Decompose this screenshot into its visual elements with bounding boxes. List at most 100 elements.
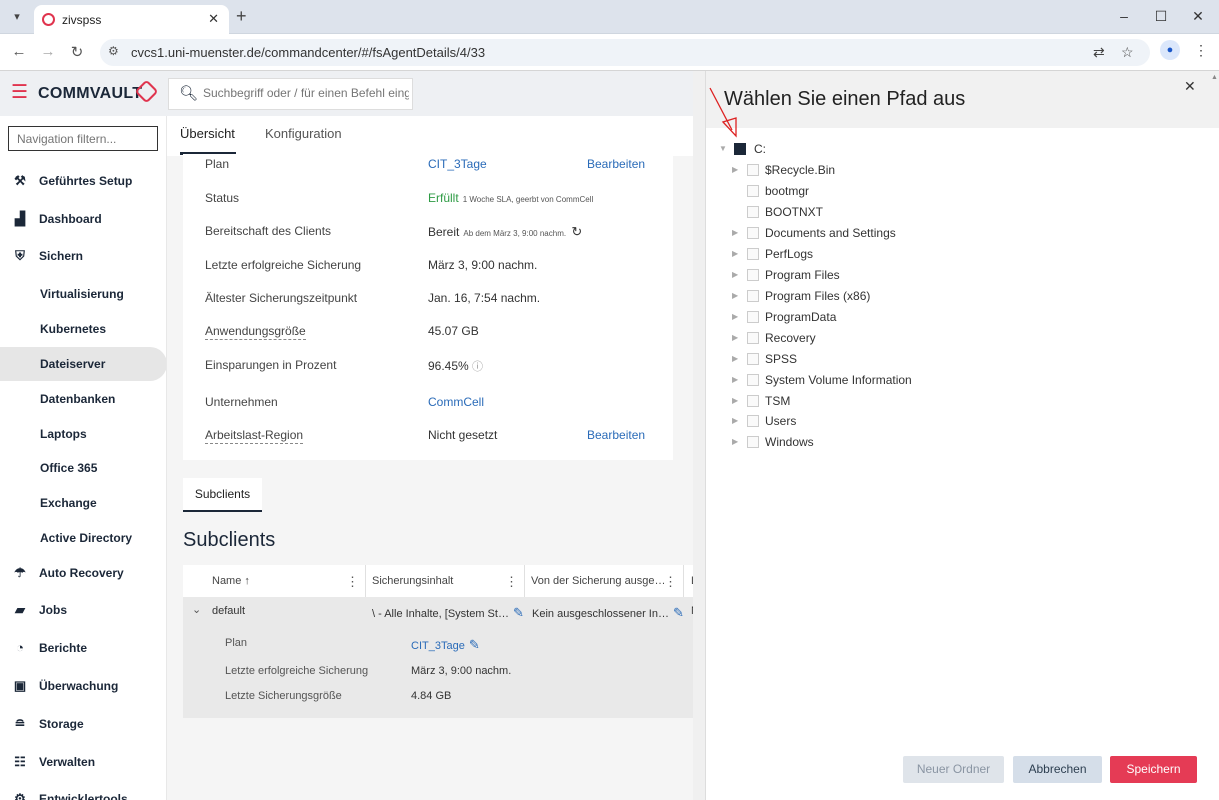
sidebar-item-active-directory[interactable]: Active Directory (0, 521, 166, 555)
table-row[interactable]: ⌄ default \ - Alle Inhalte, [System St… ✎… (183, 597, 693, 718)
close-icon[interactable]: ✕ (1184, 78, 1196, 95)
tree-checkbox[interactable] (747, 436, 759, 448)
expand-arrow-icon[interactable]: ▶ (732, 333, 738, 342)
tree-checkbox[interactable] (747, 332, 759, 344)
sidebar-item-datenbanken[interactable]: Datenbanken (0, 382, 166, 416)
edit-region-link[interactable]: Bearbeiten (587, 428, 645, 442)
url-text[interactable]: cvcs1.uni-muenster.de/commandcenter/#/fs… (131, 45, 485, 60)
site-info-icon[interactable]: ⚙ (108, 44, 119, 58)
tree-checkbox[interactable] (747, 164, 759, 176)
new-folder-button[interactable]: Neuer Ordner (903, 756, 1004, 783)
sidebar-item-kubernetes[interactable]: Kubernetes (0, 312, 166, 346)
info-icon[interactable]: ⓘ (472, 361, 483, 373)
sidebar-item-ueberwachung[interactable]: ▣ Überwachung (0, 669, 166, 703)
minimize-button[interactable]: – (1114, 8, 1134, 24)
expand-arrow-icon[interactable]: ▶ (732, 396, 738, 405)
expand-arrow-icon[interactable]: ▶ (732, 249, 738, 258)
save-button[interactable]: Speichern (1110, 756, 1197, 783)
tab-uebersicht[interactable]: Übersicht (180, 126, 235, 141)
detail-plan-link[interactable]: CIT_3Tage (411, 640, 465, 652)
column-header-last[interactable]: L (684, 565, 693, 597)
sidebar-item-laptops[interactable]: Laptops (0, 417, 166, 451)
tab-search-icon[interactable]: ▾ (8, 8, 26, 26)
search-input[interactable] (203, 86, 409, 100)
tree-checkbox[interactable] (734, 143, 746, 155)
tab-subclients[interactable]: Subclients (183, 478, 262, 512)
sidebar-item-gefuehrtes-setup[interactable]: ⚒ Geführtes Setup (0, 164, 166, 198)
sidebar-item-office-365[interactable]: Office 365 (0, 451, 166, 485)
tree-checkbox[interactable] (747, 374, 759, 386)
close-window-button[interactable]: ✕ (1188, 8, 1208, 25)
subclient-name-link[interactable]: default (212, 605, 245, 617)
browser-menu-icon[interactable]: ⋮ (1194, 42, 1208, 59)
tab-konfiguration[interactable]: Konfiguration (265, 126, 342, 141)
expand-arrow-icon[interactable]: ▶ (732, 437, 738, 446)
expand-arrow-icon[interactable]: ▶ (732, 228, 738, 237)
sidebar-item-jobs[interactable]: ▰ Jobs (0, 593, 166, 627)
column-header-content[interactable]: Sicherungsinhalt ⋮ (366, 565, 525, 597)
status-fulfilled[interactable]: Erfüllt (428, 191, 459, 205)
tree-checkbox[interactable] (747, 311, 759, 323)
company-value-link[interactable]: CommCell (428, 395, 484, 409)
expand-arrow-icon[interactable]: ▶ (732, 270, 738, 279)
column-menu-icon[interactable]: ⋮ (664, 574, 677, 590)
sidebar-item-sichern[interactable]: ⛨ Sichern (0, 239, 166, 273)
tree-checkbox[interactable] (747, 269, 759, 281)
sidebar-item-verwalten[interactable]: ☷ Verwalten (0, 745, 166, 779)
column-header-name[interactable]: Name ↑ ⋮ (206, 565, 366, 597)
tree-checkbox[interactable] (747, 395, 759, 407)
collapse-chevron-icon[interactable]: ⌄ (192, 603, 201, 616)
edit-pencil-icon[interactable]: ✎ (513, 605, 524, 620)
sidebar-item-berichte[interactable]: ◔ Berichte (0, 631, 166, 665)
expand-arrow-icon[interactable]: ▶ (732, 354, 738, 363)
hamburger-menu-icon[interactable]: ☰ (11, 83, 28, 102)
tree-checkbox[interactable] (747, 415, 759, 427)
expand-arrow-icon[interactable]: ▶ (732, 165, 738, 174)
column-menu-icon[interactable]: ⋮ (346, 574, 359, 590)
sidebar-item-exchange[interactable]: Exchange (0, 486, 166, 520)
edit-plan-link[interactable]: Bearbeiten (587, 157, 645, 171)
sidebar-item-virtualisierung[interactable]: Virtualisierung (0, 277, 166, 311)
bookmark-star-icon[interactable]: ☆ (1121, 44, 1134, 61)
tab-close-icon[interactable]: ✕ (208, 11, 219, 27)
cancel-button[interactable]: Abbrechen (1013, 756, 1102, 783)
tree-checkbox[interactable] (747, 290, 759, 302)
maximize-button[interactable]: ☐ (1151, 8, 1171, 25)
tree-checkbox[interactable] (747, 248, 759, 260)
url-field[interactable]: ⚙ cvcs1.uni-muenster.de/commandcenter/#/… (100, 39, 1150, 66)
address-bar: ← → ↻ ⚙ cvcs1.uni-muenster.de/commandcen… (0, 34, 1219, 71)
sidebar-item-dashboard[interactable]: ▟ Dashboard (0, 202, 166, 236)
sidebar-item-auto-recovery[interactable]: ☂ Auto Recovery (0, 556, 166, 590)
back-icon[interactable]: ← (10, 43, 28, 60)
column-menu-icon[interactable]: ⋮ (505, 574, 518, 590)
tree-checkbox[interactable] (747, 206, 759, 218)
edit-pencil-icon[interactable]: ✎ (673, 605, 684, 620)
tree-checkbox[interactable] (747, 353, 759, 365)
scroll-up-arrow-icon[interactable]: ▲ (1211, 74, 1218, 81)
plan-value-link[interactable]: CIT_3Tage (428, 157, 487, 171)
translate-icon[interactable]: ⇄ (1093, 44, 1105, 61)
browser-tab-strip: ▾ zivspss ✕ + – ☐ ✕ (0, 0, 1219, 34)
refresh-icon[interactable]: ↻ (571, 224, 582, 239)
expand-arrow-icon[interactable]: ▶ (732, 291, 738, 300)
column-header-excluded[interactable]: Von der Sicherung ausge… ⋮ (525, 565, 684, 597)
tree-checkbox[interactable] (747, 227, 759, 239)
profile-avatar-icon[interactable]: ● (1160, 40, 1180, 60)
new-tab-icon[interactable]: + (236, 6, 247, 27)
sidebar-item-dateiserver[interactable]: Dateiserver (0, 347, 166, 381)
browser-tab[interactable]: zivspss ✕ (34, 5, 229, 34)
commvault-logo[interactable]: COMMVAULT (38, 85, 142, 103)
sidebar-item-entwicklertools[interactable]: ⚙ Entwicklertools (0, 782, 166, 800)
global-search[interactable]: 🔍︎ (168, 78, 413, 110)
detail-size-value: 4.84 GB (411, 690, 452, 702)
expand-arrow-icon[interactable]: ▶ (732, 312, 738, 321)
navigation-filter-input[interactable] (8, 126, 158, 151)
expand-arrow-icon[interactable]: ▶ (732, 416, 738, 425)
expand-arrow-icon[interactable]: ▶ (732, 375, 738, 384)
reload-icon[interactable]: ↻ (68, 43, 86, 61)
tree-checkbox[interactable] (747, 185, 759, 197)
sidebar-item-storage[interactable]: ≘ Storage (0, 707, 166, 741)
edit-pencil-icon[interactable]: ✎ (469, 637, 480, 652)
expanded-arrow-icon[interactable]: ▼ (719, 144, 727, 153)
forward-icon[interactable]: → (39, 43, 57, 60)
